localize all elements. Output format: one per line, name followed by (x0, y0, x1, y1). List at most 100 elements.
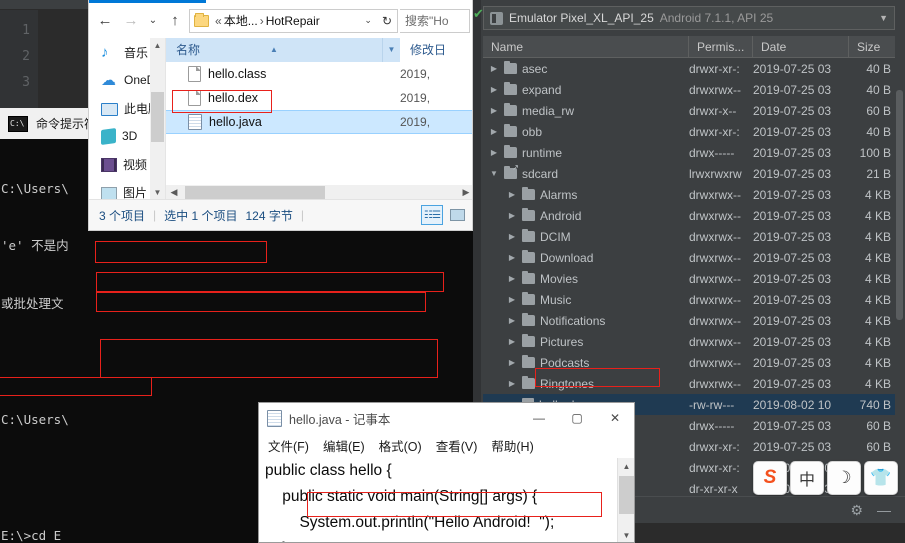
device-file-size: 21 B (866, 166, 891, 181)
menu-view[interactable]: 查看(V) (436, 436, 478, 455)
table-row[interactable]: ▼ sdcard lrwxrwxrw 2019-07-25 03 21 B (483, 163, 895, 184)
notepad-text-area[interactable]: public class hello { public static void … (259, 458, 619, 542)
table-row[interactable]: ▶ Music drwxrwx-- 2019-07-25 03 4 KB (483, 289, 895, 310)
device-file-size: 4 KB (864, 292, 891, 307)
refresh-icon[interactable]: ↻ (379, 14, 395, 28)
tree-collapsed-icon[interactable]: ▶ (507, 274, 517, 283)
recent-locations-button[interactable]: ⌄ (145, 9, 161, 33)
scroll-up-icon[interactable]: ▲ (618, 458, 634, 475)
device-file-date: 2019-07-25 03 (753, 250, 832, 265)
device-file-permissions: drwxr-xr-: (689, 124, 740, 139)
table-row[interactable]: ▶ Pictures drwxrwx-- 2019-07-25 03 4 KB (483, 331, 895, 352)
tree-collapsed-icon[interactable]: ▶ (507, 232, 517, 241)
device-tree-scrollbar-thumb[interactable] (896, 90, 903, 320)
tree-collapsed-icon[interactable]: ▶ (507, 316, 517, 325)
folder-icon (522, 291, 535, 305)
table-row[interactable]: ▶ Android drwxrwx-- 2019-07-25 03 4 KB (483, 205, 895, 226)
scroll-down-icon[interactable]: ▼ (618, 527, 634, 542)
column-header-size[interactable]: Size (849, 36, 895, 58)
details-view-button[interactable]: ☷☰ (421, 205, 443, 225)
forward-button[interactable]: → (119, 9, 143, 33)
tree-collapsed-icon[interactable]: ▶ (507, 211, 517, 220)
sidebar-item-label: 视频 (123, 157, 148, 172)
tree-collapsed-icon[interactable]: ▶ (489, 127, 499, 136)
scroll-down-icon[interactable]: ▼ (150, 185, 165, 200)
table-row[interactable]: hello.java 2019, (166, 110, 472, 134)
device-selector-dropdown[interactable]: Emulator Pixel_XL_API_25 Android 7.1.1, … (483, 6, 895, 30)
scroll-up-icon[interactable]: ▲ (150, 38, 165, 53)
gear-icon[interactable]: ⚙ (850, 502, 863, 519)
scroll-left-icon[interactable]: ◀ (166, 187, 182, 198)
tree-collapsed-icon[interactable]: ▶ (507, 190, 517, 199)
item-count: 3 个项目 (99, 208, 146, 223)
column-header-name[interactable]: Name (483, 35, 689, 58)
scroll-right-icon[interactable]: ▶ (458, 187, 472, 198)
input-mode-button[interactable]: 中 (790, 461, 824, 495)
scrollbar-thumb[interactable] (151, 92, 164, 142)
menu-file[interactable]: 文件(F) (268, 436, 309, 455)
breadcrumb-root[interactable]: 本地... (224, 14, 258, 28)
tree-collapsed-icon[interactable]: ▶ (489, 64, 499, 73)
notepad-vertical-scrollbar[interactable]: ▲ ▼ (617, 458, 634, 542)
up-button[interactable]: ↑ (163, 9, 187, 33)
table-row[interactable]: hello.class 2019, (166, 62, 472, 86)
table-row[interactable]: ▶ Ringtones drwxrwx-- 2019-07-25 03 4 KB (483, 373, 895, 394)
device-file-date: 2019-07-25 03 (753, 355, 832, 370)
close-button[interactable]: ✕ (596, 404, 634, 433)
table-row[interactable]: ▶ Alarms drwxrwx-- 2019-07-25 03 4 KB (483, 184, 895, 205)
chevron-down-icon[interactable]: ⌄ (361, 15, 375, 26)
scrollbar-thumb[interactable] (185, 186, 325, 199)
breadcrumb-current[interactable]: HotRepair (266, 14, 320, 28)
table-row[interactable]: ▶ Download drwxrwx-- 2019-07-25 03 4 KB (483, 247, 895, 268)
table-row[interactable]: ▶ Notifications drwxrwx-- 2019-07-25 03 4 KB (483, 310, 895, 331)
scrollbar-track[interactable] (182, 185, 458, 200)
table-row[interactable]: hello.dex 2019, (166, 86, 472, 110)
tree-collapsed-icon[interactable]: ▶ (507, 358, 517, 367)
tree-collapsed-icon[interactable]: ▶ (489, 106, 499, 115)
table-row[interactable]: ▶ asec drwxr-xr-: 2019-07-25 03 40 B (483, 58, 895, 79)
notepad-title-bar[interactable]: hello.java - 记事本 — ▢ ✕ (259, 403, 634, 433)
search-input[interactable]: 搜索"Ho (400, 8, 470, 33)
table-row[interactable]: ▶ expand drwxrwx-- 2019-07-25 03 40 B (483, 79, 895, 100)
navigation-scrollbar[interactable]: ▲ ▼ (150, 38, 165, 200)
minimize-button[interactable]: — (520, 404, 558, 433)
table-row[interactable]: ▶ Movies drwxrwx-- 2019-07-25 03 4 KB (483, 268, 895, 289)
column-header-date[interactable]: 修改日 (400, 38, 472, 62)
tree-collapsed-icon[interactable]: ▶ (489, 148, 499, 157)
file-list-horizontal-scrollbar[interactable]: ◀ ▶ (166, 185, 472, 200)
column-header-permissions[interactable]: Permis... (689, 35, 753, 58)
device-file-name-label: media_rw (522, 103, 575, 118)
tree-collapsed-icon[interactable]: ▶ (507, 337, 517, 346)
thumbnail-view-button[interactable] (446, 205, 468, 225)
column-header-date[interactable]: Date (753, 35, 849, 58)
sogou-logo-button[interactable]: S (753, 461, 787, 495)
table-row[interactable]: ▶ DCIM drwxrwx-- 2019-07-25 03 4 KB (483, 226, 895, 247)
menu-format[interactable]: 格式(O) (379, 436, 422, 455)
column-header-name[interactable]: 名称 ▲ (166, 38, 382, 62)
skin-button[interactable]: 👕 (864, 461, 898, 495)
tree-collapsed-icon[interactable]: ▶ (489, 85, 499, 94)
address-bar[interactable]: «本地... › HotRepair ⌄ ↻ (189, 8, 398, 33)
cmd-title-text: 命令提示符 (36, 117, 97, 131)
folder-icon (522, 228, 535, 242)
back-button[interactable]: ← (93, 9, 117, 33)
chevron-down-icon[interactable]: ▼ (879, 13, 888, 23)
device-table-header: Name Permis... Date Size (483, 35, 895, 58)
table-row[interactable]: ▶ Podcasts drwxrwx-- 2019-07-25 03 4 KB (483, 352, 895, 373)
folder-icon (504, 81, 517, 95)
table-row[interactable]: ▶ media_rw drwxr-x-- 2019-07-25 03 60 B (483, 100, 895, 121)
table-row[interactable]: ▶ obb drwxr-xr-: 2019-07-25 03 40 B (483, 121, 895, 142)
maximize-button[interactable]: ▢ (558, 404, 596, 433)
night-mode-button[interactable]: ☽ (827, 461, 861, 495)
minimize-icon[interactable]: — (877, 502, 891, 518)
tree-collapsed-icon[interactable]: ▶ (507, 253, 517, 262)
file-name-cell: hello.dex (166, 90, 400, 106)
column-options-icon[interactable]: ▼ (382, 38, 400, 62)
tree-expanded-icon[interactable]: ▼ (489, 169, 499, 178)
table-row[interactable]: ▶ runtime drwx----- 2019-07-25 03 100 B (483, 142, 895, 163)
tree-collapsed-icon[interactable]: ▶ (507, 379, 517, 388)
tree-collapsed-icon[interactable]: ▶ (507, 295, 517, 304)
menu-help[interactable]: 帮助(H) (491, 436, 533, 455)
scrollbar-thumb[interactable] (619, 476, 634, 514)
menu-edit[interactable]: 编辑(E) (323, 436, 365, 455)
